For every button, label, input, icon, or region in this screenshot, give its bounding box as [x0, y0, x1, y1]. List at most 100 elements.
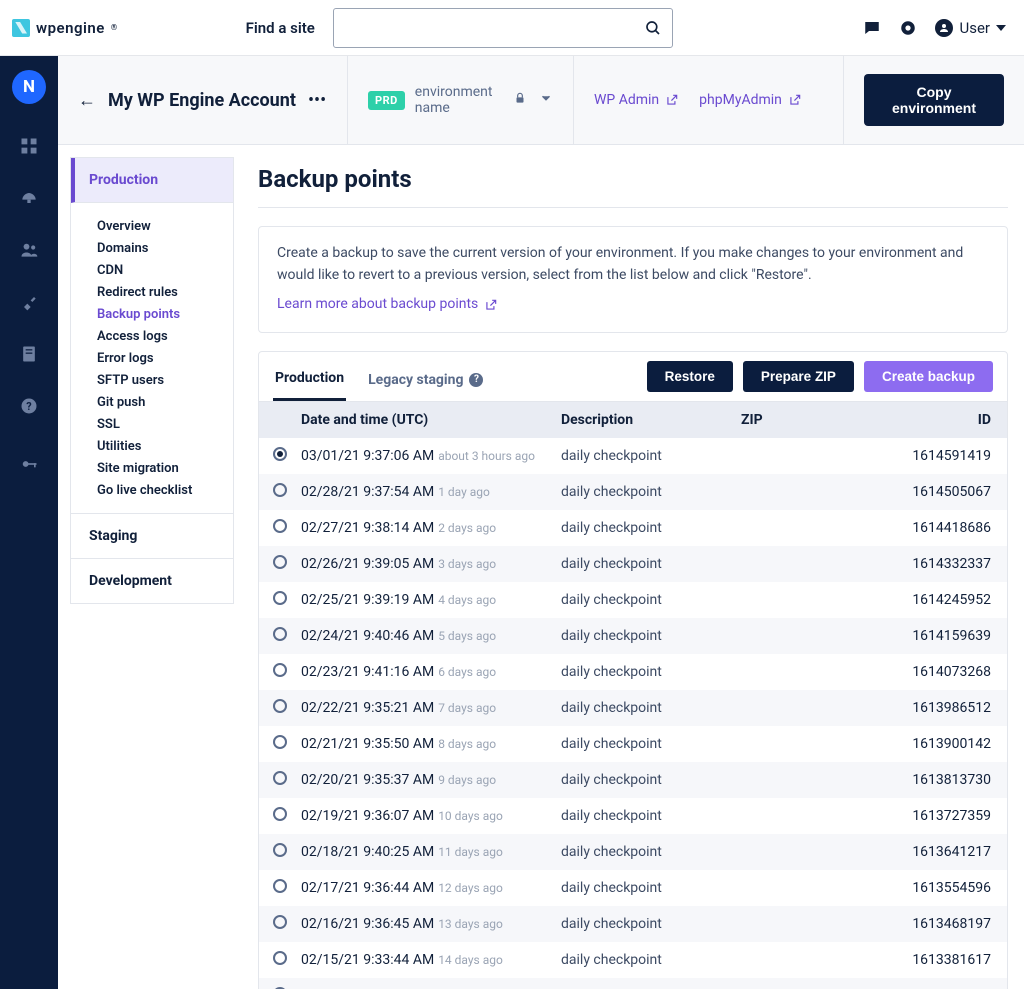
account-avatar[interactable]: N — [12, 70, 46, 104]
sidebar-link-site-migration[interactable]: Site migration — [97, 457, 233, 479]
table-row[interactable]: 02/27/21 9:38:14 AM2 days agodaily check… — [259, 510, 1007, 546]
sidebar-link-domains[interactable]: Domains — [97, 237, 233, 259]
chat-icon[interactable] — [863, 19, 881, 37]
restore-button[interactable]: Restore — [647, 361, 733, 392]
wp-admin-link[interactable]: WP Admin — [594, 92, 679, 108]
row-ago: 13 days ago — [438, 917, 503, 931]
sidebar-tab-production[interactable]: Production — [71, 158, 233, 203]
environment-header: ← My WP Engine Account ••• PRD environme… — [58, 56, 1024, 145]
help-icon[interactable]: ? — [469, 373, 483, 387]
site-search-input[interactable] — [334, 20, 644, 36]
table-tab-legacy-label: Legacy staging — [368, 372, 463, 388]
copy-environment-button[interactable]: Copy environment — [864, 74, 1004, 126]
table-row[interactable]: 02/23/21 9:41:16 AM6 days agodaily check… — [259, 654, 1007, 690]
sidebar-link-backup-points[interactable]: Backup points — [97, 303, 233, 325]
table-row[interactable]: 02/14/21 9:35:24 AM15 days agodaily chec… — [259, 978, 1007, 989]
sidebar-link-git-push[interactable]: Git push — [97, 391, 233, 413]
table-row[interactable]: 02/20/21 9:35:37 AM9 days agodaily check… — [259, 762, 1007, 798]
row-radio[interactable] — [273, 447, 287, 461]
table-row[interactable]: 02/17/21 9:36:44 AM12 days agodaily chec… — [259, 870, 1007, 906]
table-row[interactable]: 02/26/21 9:39:05 AM3 days agodaily check… — [259, 546, 1007, 582]
sidebar-link-ssl[interactable]: SSL — [97, 413, 233, 435]
row-ago: about 3 hours ago — [438, 449, 535, 463]
row-radio[interactable] — [273, 519, 287, 533]
row-id: 1614073268 — [912, 664, 991, 680]
environment-sidebar: Production OverviewDomainsCDNRedirect ru… — [58, 145, 246, 989]
row-radio[interactable] — [273, 627, 287, 641]
row-radio[interactable] — [273, 915, 287, 929]
learn-more-link[interactable]: Learn more about backup points — [277, 294, 498, 316]
sidebar-link-error-logs[interactable]: Error logs — [97, 347, 233, 369]
table-row[interactable]: 02/19/21 9:36:07 AM10 days agodaily chec… — [259, 798, 1007, 834]
sidebar-link-cdn[interactable]: CDN — [97, 259, 233, 281]
row-id: 1613468197 — [912, 916, 991, 932]
row-datetime: 02/23/21 9:41:16 AM — [301, 664, 434, 680]
row-radio[interactable] — [273, 591, 287, 605]
row-datetime: 02/24/21 9:40:46 AM — [301, 628, 434, 644]
table-row[interactable]: 02/21/21 9:35:50 AM8 days agodaily check… — [259, 726, 1007, 762]
search-icon[interactable] — [644, 19, 662, 37]
row-id: 1614245952 — [912, 592, 991, 608]
row-radio[interactable] — [273, 663, 287, 677]
table-row[interactable]: 02/28/21 9:37:54 AM1 day agodaily checkp… — [259, 474, 1007, 510]
sidebar-tab-development[interactable]: Development — [71, 559, 233, 603]
sidebar-link-overview[interactable]: Overview — [97, 215, 233, 237]
users-icon[interactable] — [19, 240, 39, 260]
logo[interactable]: wpengine® — [12, 19, 118, 37]
row-radio[interactable] — [273, 843, 287, 857]
row-description: daily checkpoint — [561, 952, 741, 968]
row-ago: 9 days ago — [438, 773, 496, 787]
table-row[interactable]: 02/24/21 9:40:46 AM5 days agodaily check… — [259, 618, 1007, 654]
create-backup-button[interactable]: Create backup — [864, 361, 993, 392]
tools-icon[interactable] — [19, 292, 39, 312]
row-radio[interactable] — [273, 483, 287, 497]
table-row[interactable]: 02/16/21 9:36:45 AM13 days agodaily chec… — [259, 906, 1007, 942]
row-datetime: 02/26/21 9:39:05 AM — [301, 556, 434, 572]
billing-icon[interactable] — [19, 344, 39, 364]
row-id: 1614591419 — [912, 448, 991, 464]
row-radio[interactable] — [273, 735, 287, 749]
user-menu[interactable]: User — [935, 19, 1006, 37]
sidebar-link-access-logs[interactable]: Access logs — [97, 325, 233, 347]
row-id: 1613813730 — [912, 772, 991, 788]
row-datetime: 02/21/21 9:35:50 AM — [301, 736, 434, 752]
back-arrow-icon[interactable]: ← — [78, 90, 96, 111]
environment-selector[interactable]: PRD environment name — [348, 56, 574, 144]
row-radio[interactable] — [273, 699, 287, 713]
account-more-icon[interactable]: ••• — [308, 90, 326, 111]
page-title: Backup points — [258, 165, 1008, 193]
dashboard-icon[interactable] — [19, 136, 39, 156]
row-radio[interactable] — [273, 951, 287, 965]
row-datetime: 02/25/21 9:39:19 AM — [301, 592, 434, 608]
sidebar-tab-staging[interactable]: Staging — [71, 514, 233, 559]
sidebar-link-go-live-checklist[interactable]: Go live checklist — [97, 479, 233, 501]
row-datetime: 02/22/21 9:35:21 AM — [301, 700, 434, 716]
help-icon[interactable]: ? — [19, 396, 39, 416]
prepare-zip-button[interactable]: Prepare ZIP — [743, 361, 854, 392]
table-row[interactable]: 03/01/21 9:37:06 AMabout 3 hours agodail… — [259, 438, 1007, 474]
row-radio[interactable] — [273, 555, 287, 569]
phpmyadmin-link[interactable]: phpMyAdmin — [699, 92, 802, 108]
site-search[interactable] — [333, 8, 673, 48]
table-tab-legacy[interactable]: Legacy staging ? — [366, 358, 485, 401]
row-radio[interactable] — [273, 879, 287, 893]
sidebar-link-redirect-rules[interactable]: Redirect rules — [97, 281, 233, 303]
info-card: Create a backup to save the current vers… — [258, 226, 1008, 333]
sidebar-link-utilities[interactable]: Utilities — [97, 435, 233, 457]
sites-icon[interactable] — [19, 188, 39, 208]
key-icon[interactable] — [19, 454, 39, 474]
row-datetime: 02/16/21 9:36:45 AM — [301, 916, 434, 932]
row-description: daily checkpoint — [561, 772, 741, 788]
table-row[interactable]: 02/18/21 9:40:25 AM11 days agodaily chec… — [259, 834, 1007, 870]
table-row[interactable]: 02/15/21 9:33:44 AM14 days agodaily chec… — [259, 942, 1007, 978]
row-description: daily checkpoint — [561, 448, 741, 464]
env-badge: PRD — [368, 91, 405, 110]
table-tab-production[interactable]: Production — [273, 358, 346, 401]
table-row[interactable]: 02/22/21 9:35:21 AM7 days agodaily check… — [259, 690, 1007, 726]
row-radio[interactable] — [273, 807, 287, 821]
support-icon[interactable] — [899, 19, 917, 37]
external-link-icon — [788, 93, 802, 107]
row-radio[interactable] — [273, 771, 287, 785]
sidebar-link-sftp-users[interactable]: SFTP users — [97, 369, 233, 391]
table-row[interactable]: 02/25/21 9:39:19 AM4 days agodaily check… — [259, 582, 1007, 618]
